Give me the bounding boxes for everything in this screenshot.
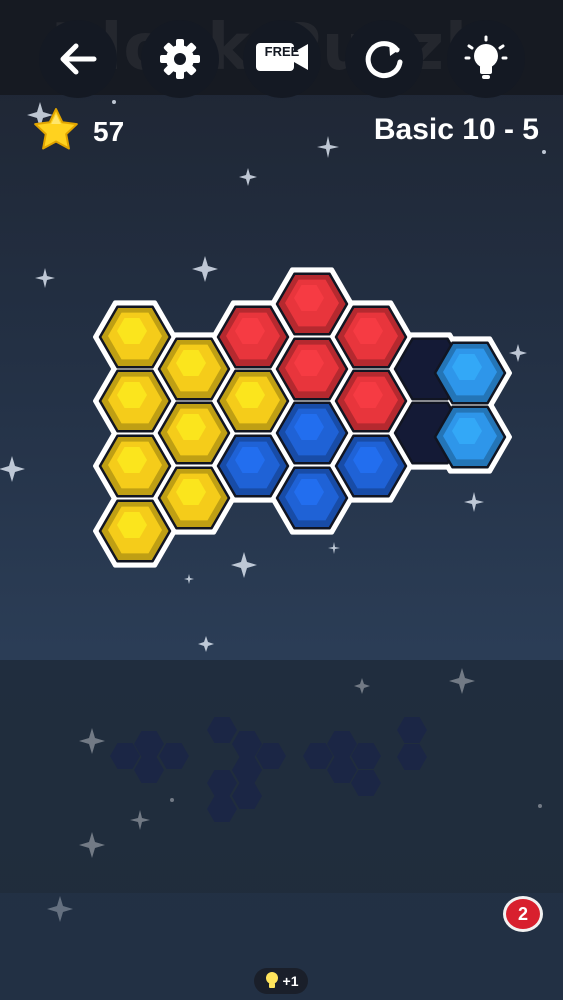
- tray-piece-cell[interactable]: [397, 717, 427, 743]
- hint-count-badge: 2: [503, 896, 543, 932]
- small-lightbulb-icon: [265, 972, 278, 988]
- free-label: FREE: [264, 44, 300, 59]
- tray-piece-cell[interactable]: [327, 757, 357, 783]
- puzzle-board[interactable]: [0, 0, 563, 660]
- tray-piece-cell[interactable]: [303, 743, 333, 769]
- piece-tray: [0, 660, 563, 893]
- back-button[interactable]: [39, 20, 117, 98]
- tray-piece-cell[interactable]: [232, 783, 262, 809]
- tray-piece-cell[interactable]: [110, 743, 140, 769]
- tray-piece-cell[interactable]: [397, 744, 427, 770]
- tray-piece-cell[interactable]: [159, 743, 189, 769]
- lightbulb-icon: [464, 35, 508, 79]
- hint-button[interactable]: [447, 20, 525, 98]
- tray-piece-cell[interactable]: [256, 743, 286, 769]
- gear-icon: [160, 39, 200, 79]
- tray-piece-cell[interactable]: [207, 796, 237, 822]
- hint-bonus-text: +1: [282, 973, 299, 989]
- restart-button[interactable]: [345, 20, 423, 98]
- tray-piece-cell[interactable]: [134, 731, 164, 757]
- tray-piece-cell[interactable]: [134, 757, 164, 783]
- restart-icon: [365, 41, 403, 79]
- tray-piece-cell[interactable]: [351, 770, 381, 796]
- tray-piece-cell[interactable]: [232, 731, 262, 757]
- tray-piece-cell[interactable]: [232, 757, 262, 783]
- tray-piece-cell[interactable]: [327, 731, 357, 757]
- tray-piece-cell[interactable]: [207, 770, 237, 796]
- arrow-left-icon: [60, 43, 97, 75]
- tray-piece-cell[interactable]: [351, 743, 381, 769]
- tray-piece-cell[interactable]: [207, 717, 237, 743]
- free-video-hint-button[interactable]: FREE: [243, 20, 321, 98]
- settings-button[interactable]: [141, 20, 219, 98]
- hint-bonus-badge: +1: [254, 968, 308, 994]
